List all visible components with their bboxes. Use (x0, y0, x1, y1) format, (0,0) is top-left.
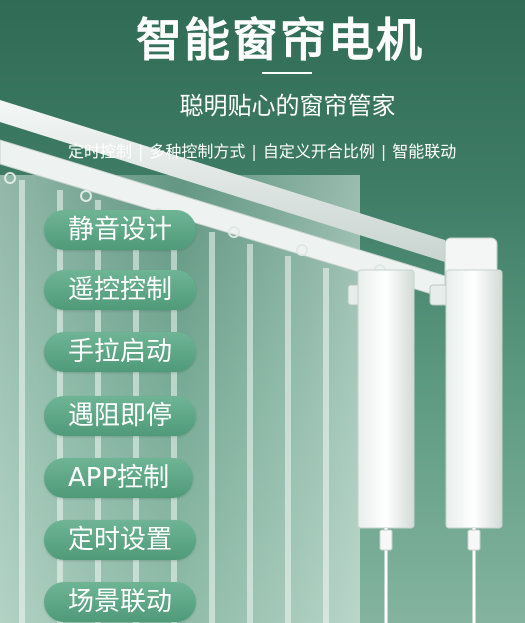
feature-pill-scene-link: 场景联动 (44, 582, 197, 622)
feature-summary-item: 自定义开合比例 (262, 142, 375, 161)
title-divider (262, 72, 312, 74)
feature-pill-timer: 定时设置 (44, 520, 197, 560)
feature-pill-obstacle-stop: 遇阻即停 (44, 396, 197, 436)
feature-pill-hand-pull: 手拉启动 (44, 332, 197, 372)
motor-unit-2 (429, 269, 503, 623)
feature-separator: | (138, 142, 144, 161)
product-subtitle: 聪明贴心的窗帘管家 (179, 92, 396, 120)
product-title: 智能窗帘电机 (136, 13, 424, 67)
feature-summary-item: 智能联动 (392, 142, 457, 161)
feature-separator: | (380, 142, 387, 161)
feature-pill-silent: 静音设计 (44, 210, 197, 250)
product-scene: 智能窗帘电机 聪明贴心的窗帘管家 定时控制 | 多种控制方式 | 自定义开合比例 | 智能联… (0, 0, 525, 623)
feature-pill-app-control: APP控制 (44, 458, 194, 498)
feature-summary-item: 多种控制方式 (149, 142, 246, 161)
feature-summary-item: 定时控制 (68, 142, 133, 161)
feature-pill-remote: 遥控控制 (44, 270, 197, 310)
feature-separator: | (251, 142, 257, 161)
feature-summary-line: 定时控制 | 多种控制方式 | 自定义开合比例 | 智能联动 (68, 138, 456, 162)
